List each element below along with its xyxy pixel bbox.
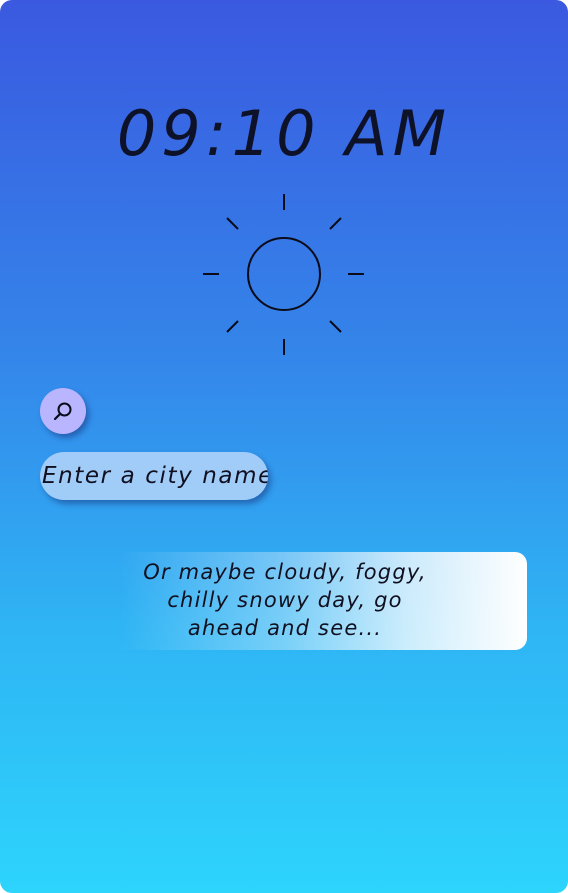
search-button[interactable] (40, 388, 86, 434)
current-time: 09:10 AM (116, 97, 452, 170)
sun-icon (199, 190, 369, 360)
hint-text: Or maybe cloudy, foggy, chilly snowy day… (143, 560, 427, 640)
city-search-input[interactable] (40, 452, 268, 500)
search-icon (53, 402, 72, 421)
weather-app-screen: 09:10 AM Or maybe cloudy, foggy, chilly … (0, 0, 568, 893)
hint-card: Or maybe cloudy, foggy, chilly snowy day… (120, 552, 527, 650)
